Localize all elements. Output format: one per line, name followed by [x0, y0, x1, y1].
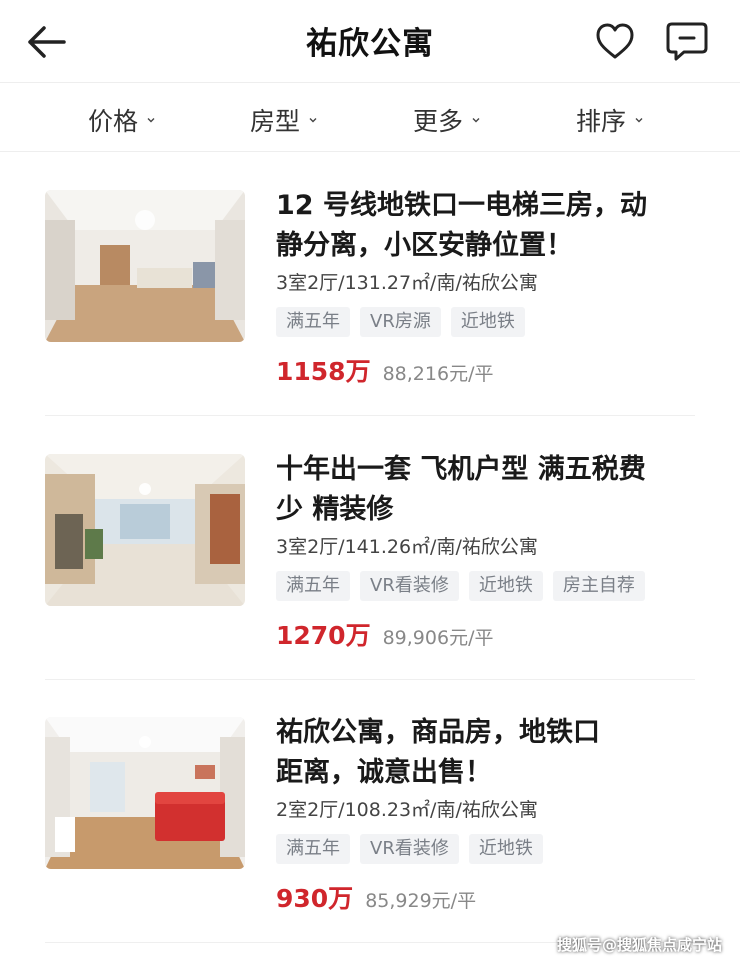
- unit-price: 89,906元/平: [382, 627, 494, 649]
- tag: VR房源: [360, 307, 441, 337]
- chevron-down-icon: [309, 118, 317, 123]
- filter-label: 价格: [88, 107, 139, 136]
- message-button[interactable]: [662, 18, 712, 64]
- filter-price[interactable]: 价格: [88, 100, 155, 140]
- top-bar: 祐欣公寓: [0, 0, 740, 82]
- listing-meta: 2室2厅/108.23㎡/南/祐欣公寓: [276, 799, 538, 821]
- tag: 近地铁: [468, 834, 543, 864]
- listing-card[interactable]: 12 号线地铁口一电梯三房，动 静分离，小区安静位置！ 3室2厅/131.27㎡…: [0, 170, 740, 410]
- tag-list: 满五年 VR看装修 近地铁 房主自荐: [276, 571, 645, 601]
- listing-card[interactable]: 祐欣公寓，商品房，地铁口 距离，诚意出售！ 2室2厅/108.23㎡/南/祐欣公…: [0, 697, 740, 937]
- listing-meta: 3室2厅/141.26㎡/南/祐欣公寓: [276, 536, 538, 558]
- watermark: 搜狐号@搜狐焦点咸宁站: [556, 936, 722, 954]
- total-price: 1270万: [276, 621, 371, 650]
- price-row: 1270万 89,906元/平: [276, 616, 493, 652]
- tag: 房主自荐: [552, 571, 645, 601]
- tag-list: 满五年 VR看装修 近地铁: [276, 834, 543, 864]
- favorite-button[interactable]: [590, 18, 640, 64]
- listing-title-line2: 静分离，小区安静位置！: [276, 230, 573, 261]
- listing-title: 12 号线地铁口一电梯三房，动: [276, 190, 647, 221]
- unit-price: 85,929元/平: [365, 890, 477, 912]
- filter-label: 更多: [413, 107, 464, 136]
- filter-sort[interactable]: 排序: [576, 100, 643, 140]
- filter-divider: [0, 151, 740, 152]
- listing-separator: [45, 415, 695, 416]
- header-divider: [0, 82, 740, 83]
- price-row: 930万 85,929元/平: [276, 879, 476, 915]
- filter-more[interactable]: 更多: [413, 100, 480, 140]
- listing-meta: 3室2厅/131.27㎡/南/祐欣公寓: [276, 272, 538, 294]
- tag: VR看装修: [360, 834, 459, 864]
- tag: 满五年: [276, 834, 350, 864]
- filter-label: 排序: [576, 107, 627, 136]
- heart-icon: [596, 23, 634, 59]
- filter-label: 房型: [250, 107, 301, 136]
- listing-title-line2: 距离，诚意出售！: [276, 757, 492, 788]
- chevron-down-icon: [635, 118, 643, 123]
- listing-title: 十年出一套 飞机户型 满五税费: [276, 454, 646, 485]
- total-price: 1158万: [276, 357, 371, 386]
- listing-title: 祐欣公寓，商品房，地铁口: [276, 717, 600, 748]
- tag: 满五年: [276, 307, 350, 337]
- listing-photo: [45, 717, 245, 869]
- price-row: 1158万 88,216元/平: [276, 352, 493, 388]
- filter-layout[interactable]: 房型: [250, 100, 317, 140]
- unit-price: 88,216元/平: [382, 363, 494, 385]
- tag: 近地铁: [450, 307, 525, 337]
- total-price: 930万: [276, 884, 354, 913]
- chevron-down-icon: [147, 118, 155, 123]
- listing-photo: [45, 454, 245, 606]
- tag: 满五年: [276, 571, 350, 601]
- listing-photo: [45, 190, 245, 342]
- listing-card[interactable]: 十年出一套 飞机户型 满五税费 少 精装修 3室2厅/141.26㎡/南/祐欣公…: [0, 434, 740, 674]
- chat-icon: [666, 22, 708, 61]
- tag: 近地铁: [468, 571, 543, 601]
- tag-list: 满五年 VR房源 近地铁: [276, 307, 525, 337]
- tag: VR看装修: [360, 571, 459, 601]
- listing-separator: [45, 679, 695, 680]
- chevron-down-icon: [472, 118, 480, 123]
- listing-title-line2: 少 精装修: [276, 494, 394, 525]
